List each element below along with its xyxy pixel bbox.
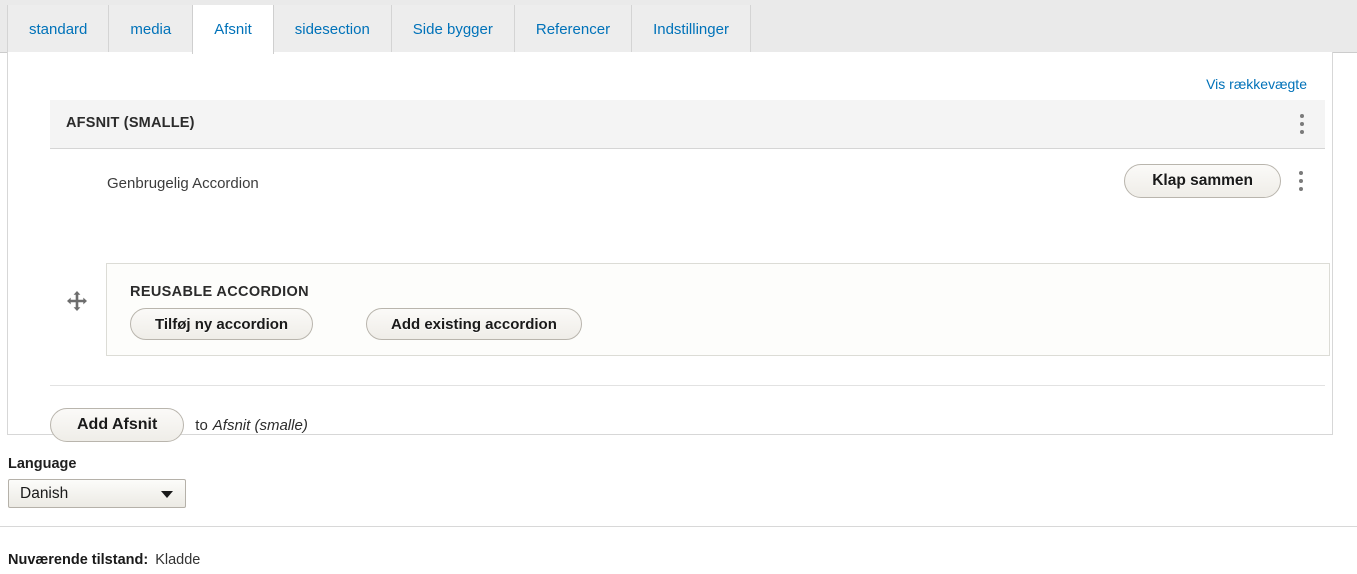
kebab-dot — [1299, 171, 1303, 175]
tab-side-bygger[interactable]: Side bygger — [390, 5, 515, 53]
panel-divider — [50, 385, 1325, 386]
page-root: standard media Afsnit sidesection Side b… — [0, 0, 1357, 574]
tab-label: sidesection — [294, 20, 370, 38]
show-row-weights-link[interactable]: Vis rækkevægte — [1206, 76, 1307, 92]
add-existing-accordion-button[interactable]: Add existing accordion — [366, 308, 582, 340]
tab-label: standard — [29, 20, 88, 38]
tab-label: Indstillinger — [653, 20, 729, 38]
add-afsnit-target: Afsnit (smalle) — [212, 416, 308, 434]
tab-list: standard media Afsnit sidesection Side b… — [7, 5, 751, 54]
tab-media[interactable]: media — [108, 5, 194, 53]
bottom-divider — [0, 526, 1357, 527]
row-weights-link-wrapper: Vis rækkevægte — [1206, 76, 1307, 92]
section-header-title: AFSNIT (SMALLE) — [66, 115, 195, 131]
add-afsnit-row: Add Afsnit to Afsnit (smalle) — [50, 400, 308, 450]
language-label: Language — [8, 456, 77, 472]
tab-label: Afsnit — [214, 21, 252, 38]
kebab-dot — [1300, 130, 1304, 134]
current-state-row: Nuværende tilstand: Kladde — [8, 552, 200, 568]
accordion-row: Genbrugelig Accordion Klap sammen — [50, 149, 1325, 217]
add-afsnit-preposition: to — [195, 416, 208, 434]
add-afsnit-button[interactable]: Add Afsnit — [50, 408, 185, 442]
current-state-label: Nuværende tilstand: — [8, 552, 149, 568]
kebab-dot — [1300, 114, 1304, 118]
language-select-value: Danish — [20, 485, 69, 502]
tab-standard[interactable]: standard — [7, 5, 110, 53]
accordion-dragzone: REUSABLE ACCORDION Tilføj ny accordion A… — [50, 217, 1330, 363]
reusable-accordion-title: REUSABLE ACCORDION — [130, 284, 309, 300]
section-header-afsnit-smalle: AFSNIT (SMALLE) — [50, 100, 1325, 149]
kebab-menu-icon[interactable] — [1291, 109, 1313, 139]
chevron-down-icon — [161, 491, 173, 498]
move-handle-icon[interactable] — [66, 290, 88, 312]
current-state-value: Kladde — [155, 552, 201, 568]
add-new-accordion-button[interactable]: Tilføj ny accordion — [130, 308, 314, 340]
tab-label: Referencer — [535, 20, 611, 38]
reusable-accordion-box: REUSABLE ACCORDION Tilføj ny accordion A… — [106, 263, 1330, 356]
kebab-menu-icon[interactable] — [1290, 166, 1312, 196]
accordion-row-label: Genbrugelig Accordion — [107, 175, 259, 192]
collapse-button[interactable]: Klap sammen — [1124, 164, 1281, 198]
language-select[interactable]: Danish — [8, 479, 186, 508]
kebab-dot — [1300, 122, 1304, 126]
tab-sidesection[interactable]: sidesection — [272, 5, 392, 53]
tab-label: media — [130, 20, 172, 38]
kebab-dot — [1299, 187, 1303, 191]
tab-afsnit[interactable]: Afsnit — [192, 5, 274, 54]
tab-bar: standard media Afsnit sidesection Side b… — [0, 0, 1357, 54]
afsnit-panel: Vis rækkevægte AFSNIT (SMALLE) Genbrugel… — [7, 52, 1333, 442]
tab-label: Side bygger — [412, 20, 493, 38]
tab-indstillinger[interactable]: Indstillinger — [631, 5, 751, 53]
kebab-dot — [1299, 179, 1303, 183]
tab-referencer[interactable]: Referencer — [513, 5, 633, 53]
